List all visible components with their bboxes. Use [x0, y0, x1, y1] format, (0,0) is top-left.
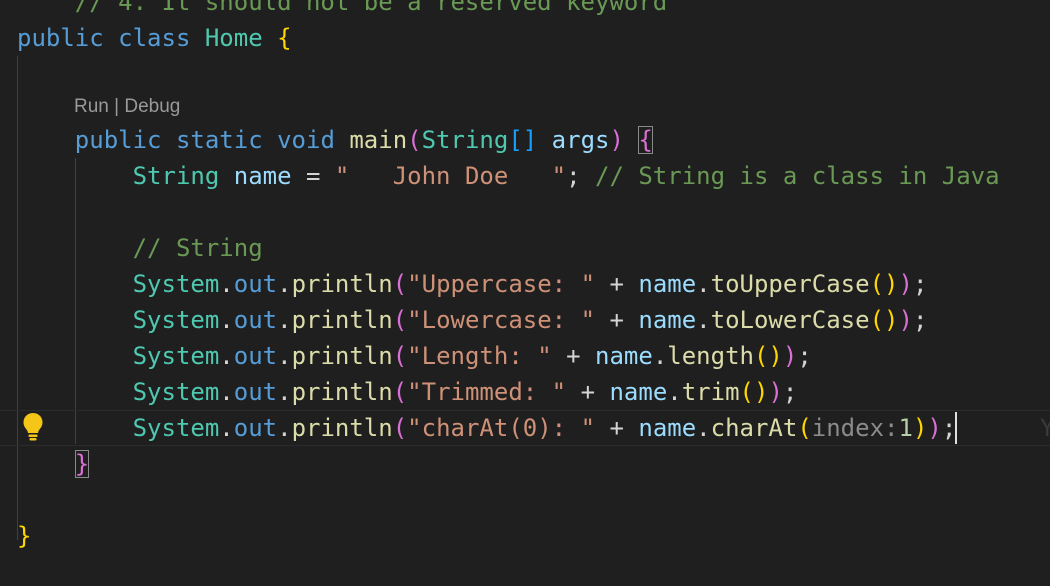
operator: +	[566, 378, 610, 406]
string-literal: "Lowercase: "	[407, 306, 596, 334]
comment: // String	[132, 234, 263, 262]
keyword: static	[175, 126, 263, 154]
code-line-comment-reserved-keyword: // 4. It should not be a reserved keywor…	[17, 0, 668, 16]
code-line-close-main: }	[17, 446, 90, 482]
keyword: public	[74, 126, 162, 154]
class-name: System	[132, 270, 220, 298]
matched-bracket: {	[638, 126, 653, 154]
semicolon: ;	[566, 162, 581, 190]
run-codelens-link[interactable]: Run	[74, 96, 109, 117]
code-line-println-uppercase: System.out.println("Uppercase: " + name.…	[132, 270, 928, 298]
operator: =	[291, 162, 335, 190]
keyword: public	[17, 24, 104, 52]
operator: +	[595, 414, 639, 442]
operator: +	[551, 342, 596, 370]
field: out	[233, 270, 278, 298]
bracket: []	[508, 126, 538, 154]
bracket: )	[609, 126, 624, 154]
string-literal: "Trimmed: "	[407, 378, 567, 406]
code-line-string-declaration: String name = " John Doe "; // String is…	[17, 158, 1000, 194]
type-name: String	[421, 126, 509, 154]
method-name: toLowerCase	[710, 306, 870, 334]
field: out	[233, 342, 278, 370]
variable: name	[638, 414, 697, 442]
string-literal: " John Doe "	[334, 162, 567, 190]
comment: // String is a class in Java	[595, 162, 1000, 190]
method-name: println	[291, 270, 393, 298]
keyword: class	[118, 24, 191, 52]
method-name: println	[291, 306, 393, 334]
variable: name	[233, 162, 292, 190]
variable: name	[638, 270, 697, 298]
code-line-println-trimmed: System.out.println("Trimmed: " + name.tr…	[132, 378, 798, 406]
field: out	[233, 306, 278, 334]
variable: name	[609, 378, 668, 406]
lightbulb-icon[interactable]	[22, 412, 44, 442]
operator: +	[595, 306, 639, 334]
code-line-println-charat: System.out.println("charAt(0): " + name.…	[132, 414, 957, 442]
number-literal: 1	[898, 414, 913, 442]
method-name: println	[291, 342, 393, 370]
code-line-comment: // String	[17, 230, 263, 266]
codelens: Run | Debug	[74, 92, 180, 122]
method-name: charAt	[710, 414, 798, 442]
debug-codelens-link[interactable]: Debug	[124, 96, 180, 117]
code-line-println-length: System.out.println("Length: " + name.len…	[132, 342, 812, 370]
variable: name	[638, 306, 697, 334]
class-name: Home	[204, 24, 263, 52]
operator: +	[595, 270, 639, 298]
matched-bracket: }	[74, 450, 90, 478]
method-name: toUpperCase	[710, 270, 870, 298]
bracket: (	[407, 126, 422, 154]
type-name: String	[132, 162, 220, 190]
text-cursor	[955, 412, 957, 444]
string-literal: "charAt(0): "	[407, 414, 596, 442]
string-literal: "Length: "	[407, 342, 552, 370]
codelens-separator: |	[108, 96, 125, 117]
code-line-close-class: }	[17, 518, 31, 554]
class-name: System	[132, 306, 220, 334]
code-line-main-signature: public static void main(String[] args) {	[17, 122, 653, 158]
method-name: println	[291, 378, 393, 406]
class-name: System	[132, 414, 220, 442]
class-name: System	[132, 378, 220, 406]
code-editor[interactable]: // 4. It should not be a reserved keywor…	[0, 0, 1050, 586]
parameter: args	[551, 126, 610, 154]
inline-ghost-text: Y	[1040, 414, 1050, 442]
method-name: println	[291, 414, 393, 442]
class-name: System	[132, 342, 220, 370]
method-name: trim	[681, 378, 740, 406]
bracket: {	[277, 24, 292, 52]
code-line-println-lowercase: System.out.println("Lowercase: " + name.…	[132, 306, 928, 334]
string-literal: "Uppercase: "	[407, 270, 596, 298]
method-name: length	[667, 342, 754, 370]
code-line-class-declaration: public class Home {	[17, 20, 292, 56]
variable: name	[595, 342, 653, 370]
bracket: }	[17, 522, 32, 550]
field: out	[233, 378, 278, 406]
keyword: void	[277, 126, 335, 154]
method-name: main	[349, 126, 408, 154]
parameter-inlay-hint: index:	[811, 414, 899, 442]
field: out	[233, 414, 278, 442]
